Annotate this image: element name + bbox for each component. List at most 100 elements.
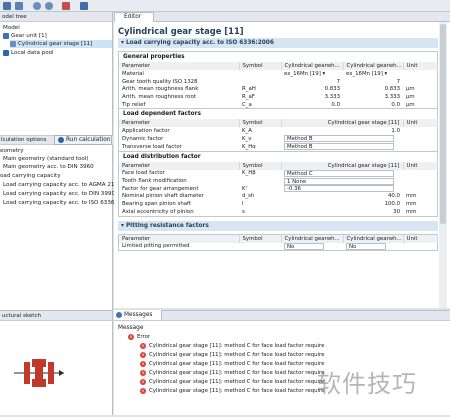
col-header: Symbol (239, 62, 282, 70)
arrangement-select[interactable]: -0.36 (281, 185, 403, 193)
param-label: Face load factor (122, 170, 165, 177)
calc-item[interactable]: Main geometry acc. to DIN 3960 (3, 163, 94, 171)
run-calculation-button[interactable]: Run calculation (54, 135, 112, 145)
col-header: Symbol (239, 161, 282, 170)
value-field[interactable]: 3.333 (343, 93, 403, 101)
calc-item[interactable]: oad carrying capacity (0, 172, 61, 180)
gear-unit-icon (3, 32, 9, 39)
value-field[interactable]: 0.833 (281, 85, 343, 93)
redo-icon[interactable] (45, 2, 53, 10)
message-item[interactable]: × Cylindrical gear stage [11]: method C f… (140, 342, 324, 350)
value-field[interactable]: 7 (343, 78, 403, 86)
messages-tab-strip (114, 311, 450, 321)
col-header: Cylindrical gearwh... (343, 62, 404, 70)
value-field[interactable]: 1.0 (281, 127, 403, 135)
scrollbar-thumb[interactable] (440, 24, 446, 224)
report-icon[interactable] (62, 2, 70, 10)
symbol (239, 243, 281, 251)
save-icon[interactable] (3, 2, 11, 10)
unit: μm (406, 86, 415, 93)
tab-messages[interactable]: Messages (114, 310, 162, 320)
method-select[interactable]: Method B (281, 135, 403, 143)
box-title: Load dependent factors (123, 111, 201, 118)
param-label: Transverse load factor (122, 143, 182, 150)
unit (403, 185, 437, 193)
param-label: Arith. mean roughness root (122, 93, 196, 100)
error-icon: × (140, 360, 146, 367)
unit (403, 70, 437, 78)
table-row: Axial eccentricity of pinion s 30 mm (119, 208, 437, 216)
param-label: Bearing span pinion shaft (122, 201, 191, 208)
calc-item[interactable]: Load carrying capacity acc. to ISO 6336:… (3, 199, 127, 207)
calc-item[interactable]: Main geometry (standard tool) (3, 155, 89, 163)
material-select[interactable]: ex_16Mn [19] ▾ (281, 70, 343, 78)
value-field[interactable]: 0.0 (281, 101, 343, 109)
unit: μm (406, 93, 415, 100)
symbol: C_a (242, 101, 252, 108)
tab-structural-sketch[interactable]: uctural sketch (0, 311, 112, 321)
section-header[interactable]: ▾ Pitting resistance factors (118, 220, 438, 231)
modification-select[interactable]: 1 None (281, 177, 403, 185)
calc-item[interactable]: Load carrying capacity acc. to DIN 3990:… (3, 190, 128, 198)
symbol: K_Hβ (242, 170, 256, 177)
settings-icon[interactable] (80, 2, 88, 10)
pitting-select[interactable]: No (281, 242, 343, 251)
section-header[interactable]: ▾ Load carrying capacity acc. to ISO 633… (118, 38, 438, 48)
table-row: Tip relief C_a 0.0 0.0 μm (119, 101, 437, 109)
col-header: Cylindrical gearwh... (343, 234, 404, 243)
tab-calculation-options[interactable]: lculation options (1, 136, 46, 145)
message-item[interactable]: × Cylindrical gear stage [11]: method C f… (140, 351, 324, 359)
error-icon: × (140, 387, 146, 394)
param-label: Axial eccentricity of pinion (122, 208, 194, 215)
error-icon: × (128, 333, 134, 340)
symbol: K_v (242, 135, 252, 142)
method-select[interactable]: Method B (281, 143, 403, 151)
value-field[interactable]: 100.0 (281, 200, 403, 208)
message-item[interactable]: × Cylindrical gear stage [11]: method C f… (140, 387, 324, 395)
table-row: Material ex_16Mn [19] ▾ ex_16Mn [19] ▾ (119, 70, 437, 78)
tab-editor[interactable]: Editor (114, 12, 154, 22)
error-group[interactable]: × Error (128, 333, 150, 341)
param-label: Material (122, 70, 144, 77)
material-select[interactable]: ex_16Mn [19] ▾ (343, 70, 403, 78)
param-label: Limited pitting permitted (122, 243, 190, 250)
col-header: Cylindrical gear stage [11] (281, 161, 404, 170)
tree-item-gear-unit[interactable]: Gear unit [1] (3, 32, 47, 40)
param-label: Factor for gear arrangement (122, 185, 199, 192)
table-row: Application factor K_A 1.0 (119, 127, 437, 135)
box-title: Load distribution factor (123, 153, 201, 160)
error-icon: × (140, 378, 146, 385)
undo-icon[interactable] (33, 2, 41, 10)
editor-scrollbar[interactable] (439, 22, 447, 308)
calc-item[interactable]: Load carrying capacity acc. to AGMA 2101… (3, 181, 124, 189)
message-item[interactable]: × Cylindrical gear stage [11]: method C f… (140, 369, 324, 377)
symbol: K_A (242, 128, 252, 135)
value-field[interactable]: 30 (281, 208, 403, 216)
param-label: Arith. mean roughness flank (122, 86, 199, 93)
tree-item-gear-stage[interactable]: Cylindrical gear stage [11] (10, 40, 112, 48)
value-field[interactable]: 3.333 (281, 93, 343, 101)
value-field[interactable]: 40.0 (281, 193, 403, 201)
calc-item[interactable]: eometry (0, 147, 24, 155)
param-label: Gear tooth quality ISO 1328 (122, 78, 198, 85)
table-row: Nominal pinion shaft diameter d_sh 40.0 … (119, 193, 437, 201)
tab-model-tree[interactable]: odel tree (0, 12, 112, 22)
symbol: R_aH (242, 86, 256, 93)
tree-item-model[interactable]: Model (3, 24, 20, 32)
pitting-select[interactable]: No (343, 242, 403, 251)
message-item[interactable]: × Cylindrical gear stage [11]: method C f… (140, 360, 324, 368)
messages-icon (116, 311, 122, 318)
method-select[interactable]: Method C (281, 169, 403, 178)
tree-item-local-data-pool[interactable]: Local data pool (3, 49, 54, 57)
message-item[interactable]: × Cylindrical gear stage [11]: method C f… (140, 378, 324, 386)
value-field[interactable]: 0.0 (343, 101, 403, 109)
unit (403, 143, 437, 151)
symbol: l (242, 201, 244, 208)
value-field[interactable]: 7 (281, 78, 343, 86)
save-all-icon[interactable] (15, 2, 23, 10)
unit (403, 243, 437, 251)
table-row: Gear tooth quality ISO 1328 7 7 (119, 78, 437, 86)
load-dependent-box: Load dependent factors Parameter Symbol … (118, 109, 438, 152)
value-field[interactable]: 0.833 (343, 85, 403, 93)
table-row: Transverse load factor K_Hα Method B (119, 143, 437, 151)
